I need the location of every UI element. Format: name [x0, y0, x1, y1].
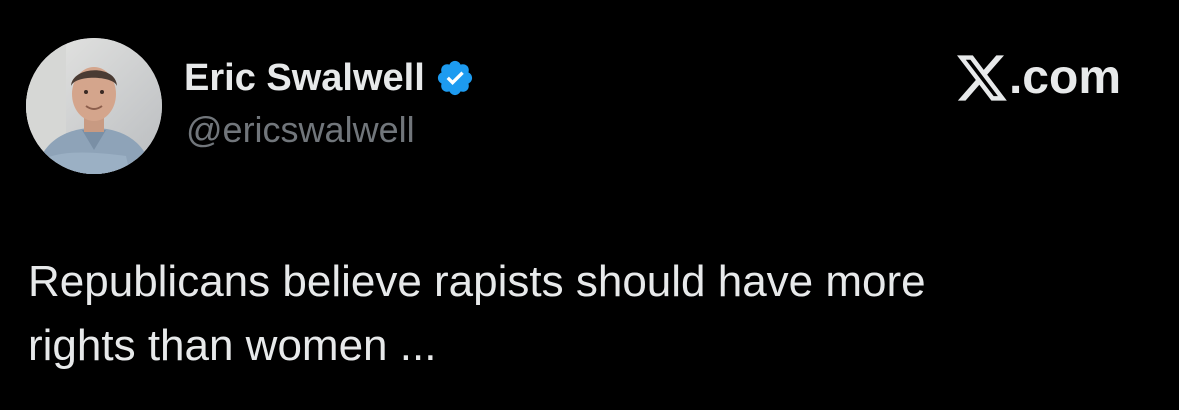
author-display-name[interactable]: Eric Swalwell: [184, 54, 425, 102]
tweet-text: Republicans believe rapists should have …: [28, 250, 1148, 378]
tweet-line: rights than women ...: [28, 321, 437, 370]
tweet-card: Eric Swalwell @ericswalwell .com Republi…: [0, 0, 1179, 410]
brand-suffix: .com: [1008, 51, 1121, 104]
avatar[interactable]: [26, 38, 162, 174]
author-name-row: Eric Swalwell: [184, 54, 475, 102]
brand-watermark: .com: [956, 51, 1121, 104]
author-handle[interactable]: @ericswalwell: [186, 108, 415, 152]
tweet-line: Republicans believe rapists should have …: [28, 257, 926, 306]
verified-badge-icon: [435, 58, 475, 98]
x-logo-icon: [956, 54, 1007, 102]
profile-photo-icon: [26, 38, 162, 174]
